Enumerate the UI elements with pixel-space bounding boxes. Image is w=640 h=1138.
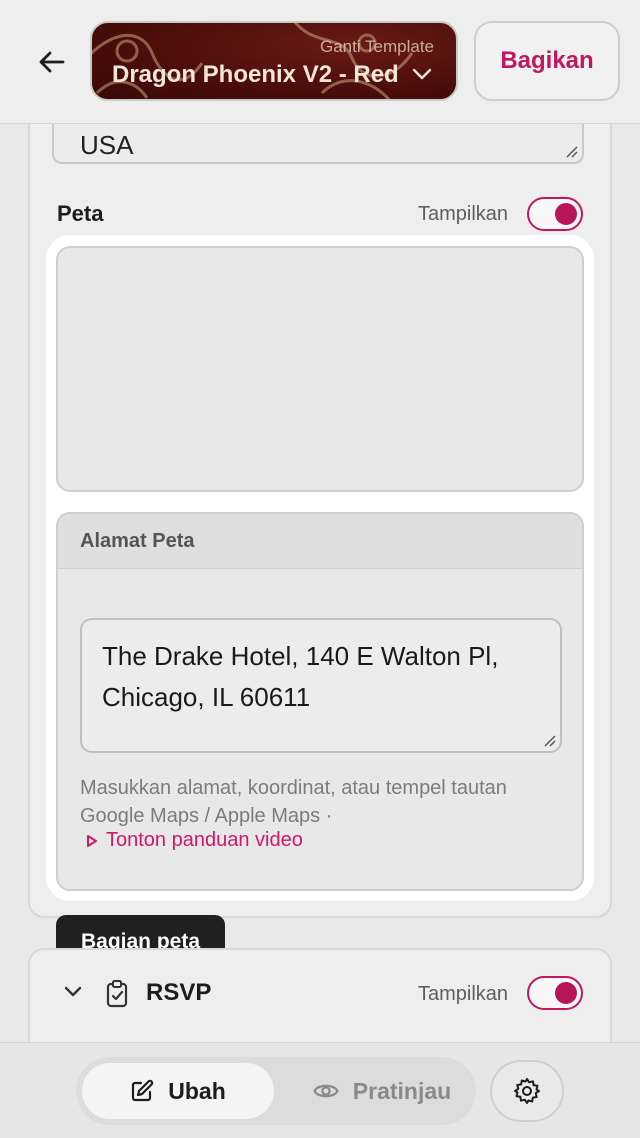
- preview-tab-label: Pratinjau: [352, 1077, 452, 1104]
- chevron-down-icon: [412, 68, 432, 80]
- address-value: The Drake Hotel, 140 E Walton Pl, Chicag…: [102, 641, 499, 712]
- country-value: USA: [80, 130, 134, 160]
- play-icon: [87, 834, 97, 847]
- chevron-down-icon[interactable]: [64, 985, 82, 999]
- map-toggle-label: Tampilkan: [418, 203, 509, 225]
- map-address-input[interactable]: The Drake Hotel, 140 E Walton Pl, Chicag…: [80, 618, 562, 753]
- edit-tab[interactable]: Ubah: [82, 1063, 274, 1119]
- share-button[interactable]: Bagikan: [474, 21, 620, 101]
- clipboard-check-icon: [106, 980, 128, 1008]
- arrow-left-icon: [39, 51, 65, 73]
- video-guide-link[interactable]: Tonton panduan video: [86, 829, 303, 852]
- gear-icon: [514, 1078, 540, 1104]
- edit-tab-label: Ubah: [168, 1077, 226, 1104]
- eye-icon: [313, 1084, 339, 1098]
- rsvp-visibility-toggle[interactable]: [527, 976, 583, 1010]
- map-visibility-toggle[interactable]: [527, 197, 583, 231]
- map-address-card: Alamat Peta The Drake Hotel, 140 E Walto…: [56, 512, 584, 891]
- pencil-square-icon: [132, 1079, 154, 1102]
- preview-tab[interactable]: Pratinjau: [292, 1063, 472, 1119]
- rsvp-toggle-label: Tampilkan: [418, 983, 509, 1005]
- template-subtitle: Ganti Template: [319, 37, 434, 56]
- settings-button[interactable]: [490, 1060, 564, 1122]
- resize-handle-icon[interactable]: [542, 733, 556, 747]
- toggle-knob: [555, 203, 577, 225]
- map-preview[interactable]: [56, 246, 584, 492]
- back-button[interactable]: [30, 40, 74, 84]
- toggle-knob: [555, 982, 577, 1004]
- video-guide-label: Tonton panduan video: [106, 829, 303, 851]
- template-name: Dragon Phoenix V2 - Red: [112, 61, 399, 88]
- address-hint: Masukkan alamat, koordinat, atau tempel …: [80, 777, 507, 827]
- top-bar: Ganti Template Dragon Phoenix V2 - Red B…: [0, 0, 640, 124]
- map-section-title: Peta: [57, 201, 104, 226]
- resize-handle-icon[interactable]: [564, 144, 578, 158]
- rsvp-section-title: RSVP: [146, 979, 212, 1006]
- country-field[interactable]: USA: [52, 124, 584, 164]
- template-selector[interactable]: Ganti Template Dragon Phoenix V2 - Red: [90, 21, 458, 101]
- address-card-header: Alamat Peta: [58, 514, 582, 569]
